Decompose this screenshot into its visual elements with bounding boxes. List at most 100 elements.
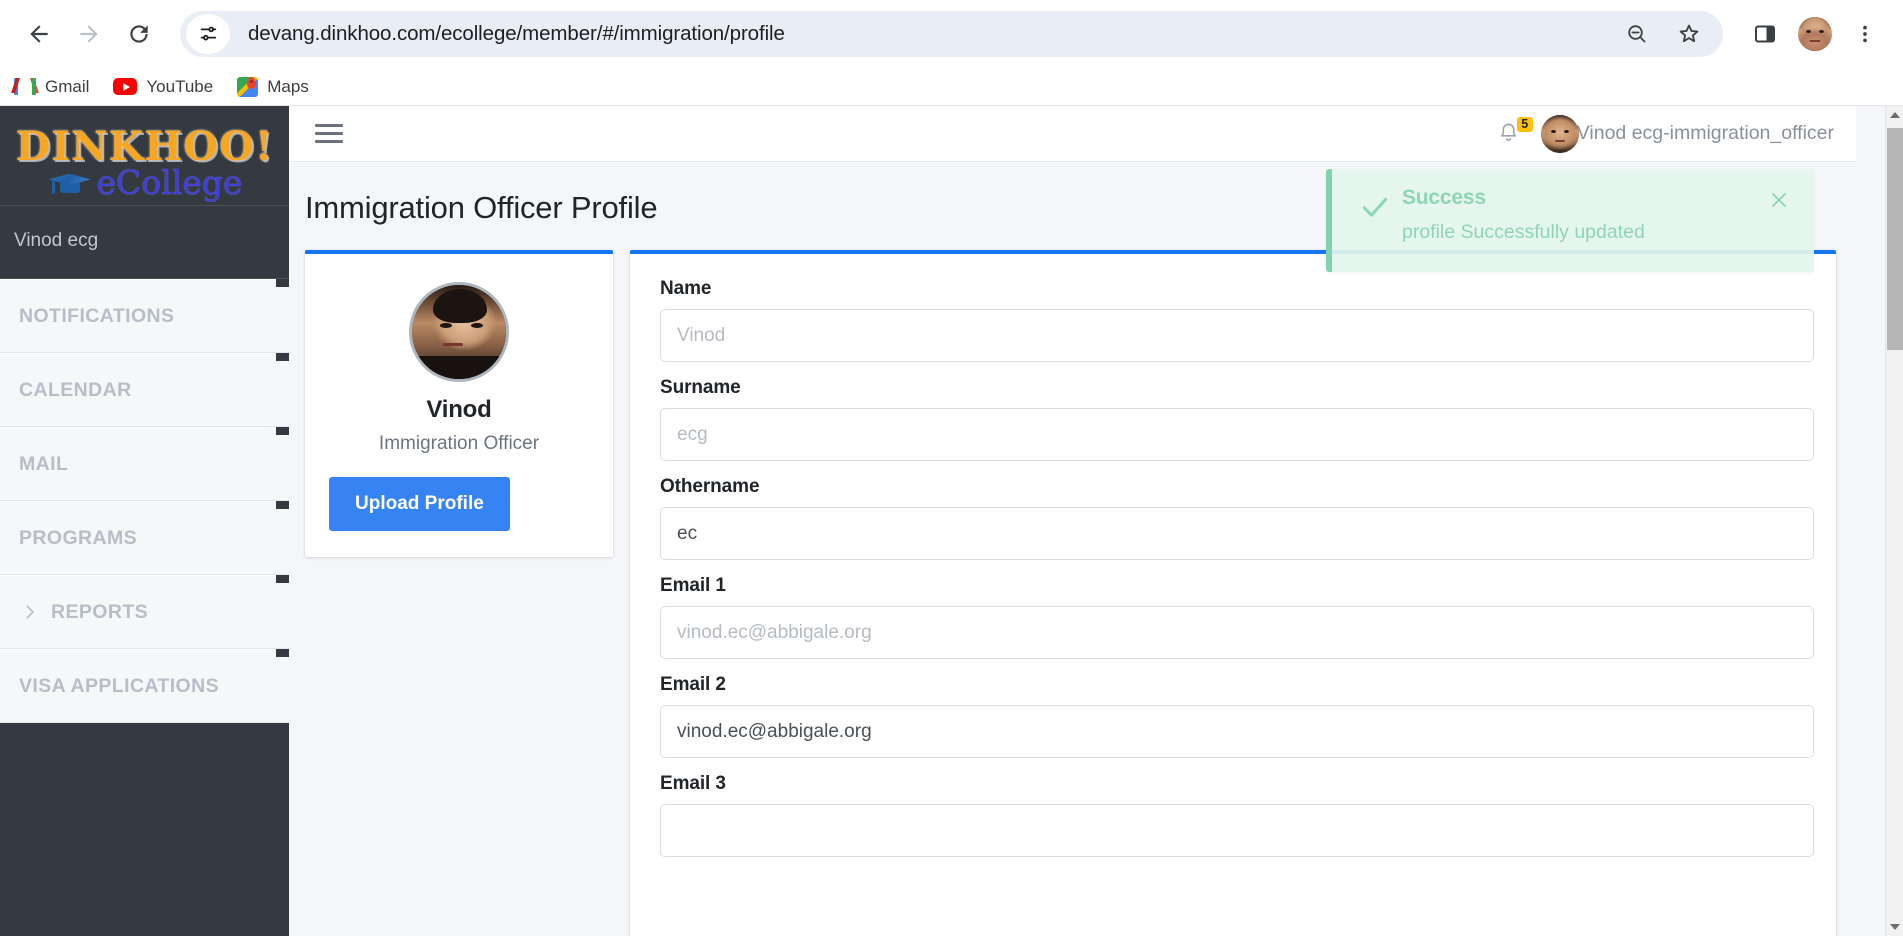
topbar-user-chip[interactable]: Vinod ecg-immigration_officer [1540,114,1834,153]
field-othername: Othername [660,476,1814,560]
profile-avatar[interactable] [409,282,509,382]
vertical-scrollbar[interactable] [1885,106,1903,936]
nav-notch [276,649,289,657]
sidebar-item-mail[interactable]: MAIL [0,427,289,501]
logo-ecollege-text: eCollege [96,163,243,202]
field-label: Name [660,278,712,299]
graduation-cap-icon [47,168,93,198]
sidebar-item-label: REPORTS [51,600,149,623]
toast-message: profile Successfully updated [1402,221,1645,243]
email-3-input[interactable] [660,804,1814,857]
sidebar-item-reports[interactable]: REPORTS [0,575,289,649]
topbar-user-name: Vinod ecg-immigration_officer [1576,122,1834,144]
main-content: 5 Vinod ecg-immigration_officer Immigrat… [289,106,1856,936]
sidebar-nav-list: NOTIFICATIONS CALENDAR MAIL PROGRAMS REP… [0,279,289,723]
field-label: Email 1 [660,575,726,596]
surname-input[interactable] [660,408,1814,461]
chevron-right-icon [19,601,41,623]
sidebar-item-label: CALENDAR [19,378,132,401]
reload-button[interactable] [116,11,162,57]
zoom-out-icon[interactable] [1615,12,1659,56]
avatar [1540,114,1579,153]
bookmark-maps[interactable]: Maps [237,76,309,97]
youtube-icon [113,78,138,95]
field-email-2: Email 2 [660,674,1814,758]
reload-icon [130,25,148,43]
sidebar-item-label: VISA APPLICATIONS [19,674,220,697]
email-2-input[interactable] [660,705,1814,758]
forward-button[interactable] [66,11,112,57]
sidebar: DINKHOO! eCollege Vinod ecg NOTIFICATION… [0,106,289,936]
profile-name: Vinod [426,396,492,423]
site-settings-icon[interactable] [186,14,230,54]
chrome-profile-button[interactable] [1793,12,1837,56]
bookmark-label: Gmail [45,76,90,96]
browser-toolbar: devang.dinkhoo.com/ecollege/member/#/imm… [0,0,1903,68]
name-input[interactable] [660,309,1814,362]
side-panel-button[interactable] [1743,12,1787,56]
bookmark-gmail[interactable]: Gmail [11,76,90,97]
gmail-icon [11,78,39,95]
chrome-profile-avatar [1798,17,1832,51]
profile-role: Immigration Officer [378,433,540,454]
three-dot-menu-button[interactable] [1843,12,1887,56]
toast-title: Success [1402,186,1486,209]
sidebar-item-label: PROGRAMS [19,526,138,549]
profile-form-card: Name Surname Othername Email 1 Email 2 [630,250,1836,936]
othername-input[interactable] [660,507,1814,560]
close-icon[interactable] [1762,186,1796,255]
bookmark-label: Maps [267,76,309,96]
field-label: Surname [660,377,741,398]
chrome-right-actions [1727,12,1887,56]
field-label: Email 3 [660,773,726,794]
profile-card: Vinod Immigration Officer Upload Profile [305,250,613,557]
nav-notch [276,279,289,287]
bookmark-youtube[interactable]: YouTube [113,77,213,97]
email-1-input[interactable] [660,606,1814,659]
sidebar-item-label: NOTIFICATIONS [19,304,175,327]
content-row: Vinod Immigration Officer Upload Profile… [289,226,1856,936]
magnifier-minus-icon [1628,25,1646,43]
field-email-3: Email 3 [660,773,1814,857]
bookmarks-bar: Gmail YouTube Maps [0,68,1903,106]
back-button[interactable] [16,11,62,57]
sidebar-item-programs[interactable]: PROGRAMS [0,501,289,575]
back-arrow-icon [30,25,48,43]
google-maps-icon [237,76,259,97]
three-dot-menu-icon [1863,25,1867,43]
nav-notch [276,575,289,583]
brand-logo[interactable]: DINKHOO! eCollege [0,106,289,206]
sidebar-item-label: MAIL [19,452,69,475]
sidebar-item-visa-applications[interactable]: VISA APPLICATIONS [0,649,289,723]
forward-arrow-icon [80,25,98,43]
star-icon [1679,24,1699,43]
url-text[interactable]: devang.dinkhoo.com/ecollege/member/#/imm… [230,22,1615,46]
bookmark-star-button[interactable] [1667,12,1711,56]
app-viewport: DINKHOO! eCollege Vinod ecg NOTIFICATION… [0,106,1903,936]
field-email-1: Email 1 [660,575,1814,659]
topbar-right: 5 Vinod ecg-immigration_officer [1491,114,1834,153]
scroll-down-arrow-icon[interactable] [1886,918,1903,936]
hamburger-menu-icon[interactable] [315,121,343,147]
success-toast: Success profile Successfully updated [1326,169,1814,272]
notification-bell-button[interactable]: 5 [1491,116,1533,152]
nav-notch [276,501,289,509]
scrollbar-thumb[interactable] [1887,128,1903,350]
sidebar-item-notifications[interactable]: NOTIFICATIONS [0,279,289,353]
sidebar-item-calendar[interactable]: CALENDAR [0,353,289,427]
address-bar[interactable]: devang.dinkhoo.com/ecollege/member/#/imm… [180,11,1723,57]
toast-body: Success profile Successfully updated [1398,186,1762,255]
scroll-up-arrow-icon[interactable] [1886,106,1903,124]
upload-profile-button[interactable]: Upload Profile [329,477,510,531]
notification-count-badge: 5 [1516,116,1533,132]
tune-icon [200,26,217,41]
field-label: Othername [660,476,760,497]
sidebar-user-name: Vinod ecg [0,206,289,279]
field-label: Email 2 [660,674,726,695]
logo-dinkhoo-text: DINKHOO! [15,123,274,170]
field-name: Name [660,278,1814,362]
omnibox-actions [1615,12,1715,56]
side-panel-icon [1755,25,1775,43]
nav-notch [276,353,289,361]
bookmark-label: YouTube [146,76,214,96]
